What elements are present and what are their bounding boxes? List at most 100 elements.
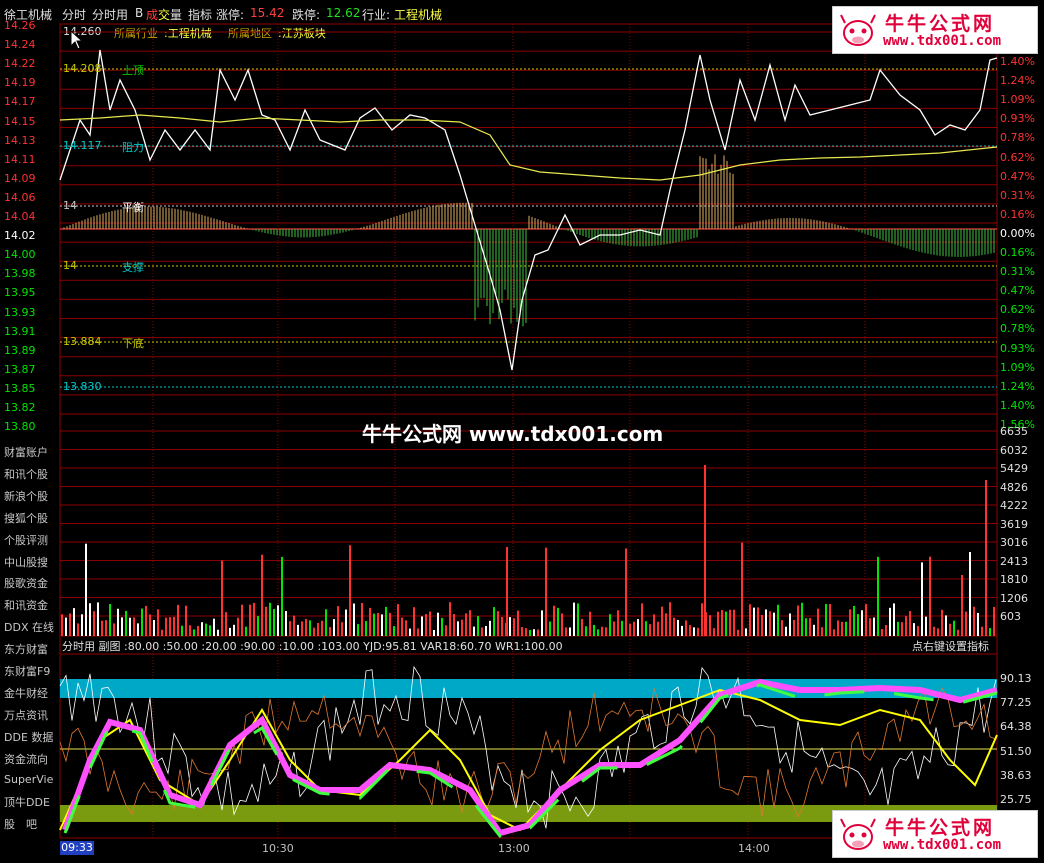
price-axis-label: 13.80	[4, 420, 36, 434]
price-axis-label: 13.87	[4, 362, 36, 376]
volume-axis-label: 2413	[1000, 554, 1028, 568]
cow-logo-icon	[840, 14, 876, 46]
indicator-axis-label: 51.50	[1000, 744, 1032, 758]
sidebar-item[interactable]: 股 吧	[4, 816, 37, 832]
price-line	[59, 49, 998, 371]
price-axis-label: 14.26	[4, 19, 36, 32]
indicator-line-orange	[59, 686, 997, 818]
indicator-axis-label: 38.63	[1000, 768, 1032, 782]
level-name-label: 阻力	[122, 141, 144, 154]
volume-axis-label: 1810	[1000, 573, 1028, 586]
sidebar-item[interactable]: 和讯资金	[4, 597, 48, 613]
sidebar-item[interactable]: 和讯个股	[4, 466, 48, 482]
indicator-bar-text[interactable]: 分时用 副图 :80.00 :50.00 :20.00 :90.00 :10.0…	[62, 638, 563, 654]
percent-axis-label: 1.40%	[1000, 398, 1035, 412]
price-axis-label: 13.93	[4, 305, 36, 319]
indicator-axis-label: 25.75	[1000, 793, 1032, 806]
price-axis-label: 14.11	[4, 152, 36, 166]
percent-axis-label: 0.62%	[1000, 150, 1035, 164]
price-axis-label: 14.02	[4, 229, 36, 243]
sidebar-item[interactable]: SuperVie	[4, 773, 53, 786]
current-time-badge: 09:33	[60, 841, 94, 855]
percent-axis-label: 0.16%	[1000, 207, 1035, 221]
sidebar-item[interactable]: DDE 数据	[4, 729, 53, 745]
time-label-1300: 13:00	[498, 842, 530, 855]
cow-logo-icon	[840, 818, 876, 850]
brand-logo-bottom[interactable]: 牛牛公式网 www.tdx001.com	[832, 810, 1038, 858]
percent-axis-label: 1.09%	[1000, 93, 1035, 107]
sidebar-item[interactable]: 金牛财经	[4, 685, 48, 701]
volume-axis-label: 603	[1000, 610, 1021, 623]
time-label-1030: 10:30	[262, 842, 294, 855]
price-axis-label: 13.85	[4, 381, 36, 395]
level-name-label: 平衡	[122, 201, 144, 214]
indicator-settings-hint[interactable]: 点右键设置指标	[912, 638, 989, 654]
price-axis-label: 14.15	[4, 114, 36, 128]
percent-axis-label: 1.24%	[1000, 74, 1035, 88]
level-price-label: 13.830	[63, 380, 102, 393]
percent-axis-label: 0.16%	[1000, 246, 1035, 259]
price-axis-label: 13.95	[4, 286, 36, 300]
percent-axis-label: 0.31%	[1000, 188, 1035, 202]
sidebar-item[interactable]: 东财富F9	[4, 663, 50, 679]
volume-axis-label: 6635	[1000, 425, 1028, 438]
indicator-axis-label: 77.25	[1000, 696, 1032, 710]
price-axis-label: 13.98	[4, 267, 36, 281]
price-axis-label: 14.00	[4, 248, 36, 262]
volume-axis-label: 4826	[1000, 480, 1028, 494]
price-axis-label: 13.89	[4, 343, 36, 357]
price-axis-label: 14.17	[4, 95, 36, 109]
level-price-label: 13.884	[63, 335, 102, 348]
level-price-label: 14	[63, 259, 77, 272]
logo-title: 牛牛公式网	[885, 13, 996, 35]
time-label-1400: 14:00	[738, 842, 770, 855]
volume-axis-label: 3619	[1000, 517, 1028, 531]
percent-axis-label: 0.78%	[1000, 322, 1035, 336]
volume-axis-label: 3016	[1000, 536, 1028, 549]
price-axis-label: 14.13	[4, 133, 36, 147]
price-axis-label: 13.91	[4, 324, 36, 338]
price-axis-label: 14.24	[4, 38, 36, 52]
percent-axis-label: 0.31%	[1000, 265, 1035, 279]
volume-axis-label: 1206	[1000, 591, 1028, 605]
level-price-label: 14.208	[63, 62, 102, 75]
price-axis-label: 14.22	[4, 57, 36, 71]
sidebar-item[interactable]: 资金流向	[4, 751, 48, 767]
level-name-label: 支撑	[122, 261, 144, 274]
sidebar-item[interactable]: 新浪个股	[4, 488, 48, 504]
sidebar-item[interactable]: 万点资讯	[4, 707, 48, 723]
percent-axis-label: 0.78%	[1000, 131, 1035, 145]
sidebar-item[interactable]: 东方财富	[4, 641, 48, 657]
average-price-line	[59, 114, 998, 181]
watermark-text: 牛牛公式网 www.tdx001.com	[362, 422, 664, 446]
price-axis-label: 14.04	[4, 210, 36, 223]
percent-axis-label: 0.93%	[1000, 341, 1035, 355]
sidebar-item[interactable]: 中山股搜	[4, 554, 48, 570]
sidebar-item[interactable]: 财富账户	[4, 444, 48, 460]
percent-axis-label: 0.47%	[1000, 169, 1035, 183]
indicator-axis-label: 64.38	[1000, 720, 1032, 734]
brand-logo-top[interactable]: 牛牛公式网 www.tdx001.com	[832, 6, 1038, 54]
percent-axis-label: 0.93%	[1000, 112, 1035, 126]
sidebar-item[interactable]: 搜狐个股	[4, 510, 48, 526]
sidebar-item[interactable]: 股歌资金	[4, 575, 48, 591]
volume-axis-label: 4222	[1000, 499, 1028, 512]
percent-axis-label: 0.00%	[1000, 226, 1035, 240]
percent-axis-label: 0.62%	[1000, 303, 1035, 317]
percent-axis-label: 1.09%	[1000, 360, 1035, 374]
volume-axis-label: 5429	[1000, 462, 1028, 475]
volume-axis-label: 6032	[1000, 443, 1028, 457]
sidebar-item[interactable]: 顶牛DDE	[4, 794, 50, 810]
logo-url: www.tdx001.com	[883, 837, 1002, 853]
level-price-label: 14	[63, 199, 77, 212]
logo-url: www.tdx001.com	[883, 33, 1002, 49]
price-axis-label: 13.82	[4, 401, 36, 414]
percent-axis-label: 1.24%	[1000, 379, 1035, 393]
sidebar-item[interactable]: DDX 在线	[4, 619, 54, 635]
sidebar-item[interactable]: 个股评测	[4, 532, 48, 548]
price-axis-label: 14.09	[4, 171, 36, 185]
percent-axis-label: 0.47%	[1000, 284, 1035, 298]
level-price-label: 14.117	[63, 139, 102, 152]
logo-title: 牛牛公式网	[885, 817, 996, 839]
percent-axis-label: 1.40%	[1000, 55, 1035, 68]
